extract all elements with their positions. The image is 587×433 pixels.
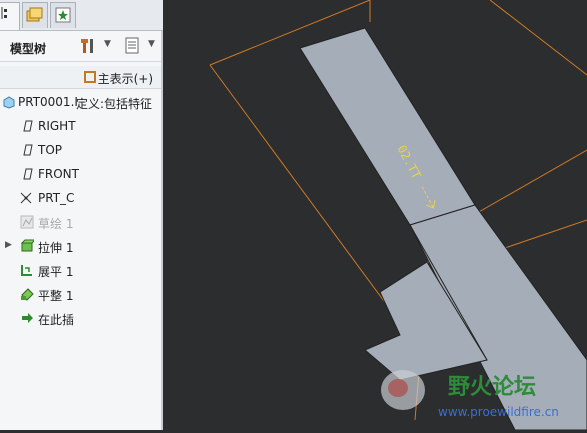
tree-item-label: 拉伸 1 xyxy=(38,241,74,255)
folder-icon xyxy=(26,7,43,22)
tree-item-label: 在此插 xyxy=(38,313,75,327)
settings-list-icon[interactable] xyxy=(124,37,140,55)
tree-item-label: TOP xyxy=(38,143,63,157)
tree-item-front[interactable]: FRONT xyxy=(0,164,161,184)
tree-item-right[interactable]: RIGHT xyxy=(0,116,161,136)
tree-item-label: 草绘 1 xyxy=(38,217,74,231)
tree-item-top[interactable]: TOP xyxy=(0,140,161,160)
tab-folder-browser[interactable] xyxy=(22,2,48,28)
tree-item-csys[interactable]: PRT_C xyxy=(0,188,161,208)
tree-root-item[interactable]: PRT0001.I 定义:包括特征 xyxy=(0,92,161,112)
tree-item-flat-wall[interactable]: 平整 1 xyxy=(0,284,161,304)
navigator-tab-bar xyxy=(0,0,163,31)
model-tree-title: 模型树 xyxy=(10,42,47,56)
coordinate-system-icon xyxy=(20,192,32,204)
tree-root-definition: 定义:包括特征 xyxy=(76,97,153,111)
sheet-surface-upper xyxy=(299,27,476,226)
part-icon xyxy=(3,96,15,109)
tree-root-label: PRT0001.I xyxy=(18,95,78,109)
representation-icon xyxy=(84,71,96,83)
insert-arrow-icon xyxy=(22,313,33,323)
tree-item-extrude[interactable]: ▶ 拉伸 1 xyxy=(0,236,161,256)
tab-favorites[interactable] xyxy=(50,2,76,28)
model-tree-icon xyxy=(1,7,7,19)
datum-plane-icon xyxy=(23,144,33,156)
forum-watermark: 野火论坛 www.proewildfire.cn xyxy=(378,362,587,430)
watermark-title: 野火论坛 xyxy=(448,374,536,400)
tree-toolbar: 模型树 ▼ ▼ xyxy=(0,31,161,62)
sketch-icon xyxy=(20,215,34,229)
watermark-url: www.proewildfire.cn xyxy=(438,405,559,419)
tree-item-unbend[interactable]: 展平 1 xyxy=(0,260,161,280)
tree-item-label: PRT_C xyxy=(38,191,75,205)
tree-item-label: 平整 1 xyxy=(38,289,74,303)
flat-wall-icon xyxy=(21,288,34,301)
tree-item-label: FRONT xyxy=(38,167,79,181)
datum-plane-icon xyxy=(23,168,33,180)
tree-item-insert-here[interactable]: 在此插 xyxy=(0,308,161,328)
tree-item-label: 展平 1 xyxy=(38,265,74,279)
tree-tools-icon[interactable] xyxy=(80,37,100,55)
tab-model-tree[interactable] xyxy=(0,2,20,30)
unbend-icon xyxy=(21,265,32,276)
settings-dropdown-icon[interactable]: ▼ xyxy=(148,39,155,49)
model-tree-panel: 模型树 ▼ ▼ 主表示(+) PRT0001.I 定义:包括特征 RIGHT T… xyxy=(0,0,163,430)
tree-tools-dropdown-icon[interactable]: ▼ xyxy=(104,39,111,49)
extrude-icon xyxy=(20,239,34,252)
watermark-logo: 野火论坛 www.proewildfire.cn xyxy=(381,370,559,419)
favorites-icon xyxy=(55,7,71,23)
expand-arrow-icon[interactable]: ▶ xyxy=(5,240,12,250)
tree-item-label: RIGHT xyxy=(38,119,76,133)
tree-column-header: 主表示(+) xyxy=(0,66,161,89)
column-header-label[interactable]: 主表示(+) xyxy=(98,70,153,87)
tree-item-sketch[interactable]: 草绘 1 xyxy=(0,212,161,232)
datum-plane-icon xyxy=(23,120,33,132)
